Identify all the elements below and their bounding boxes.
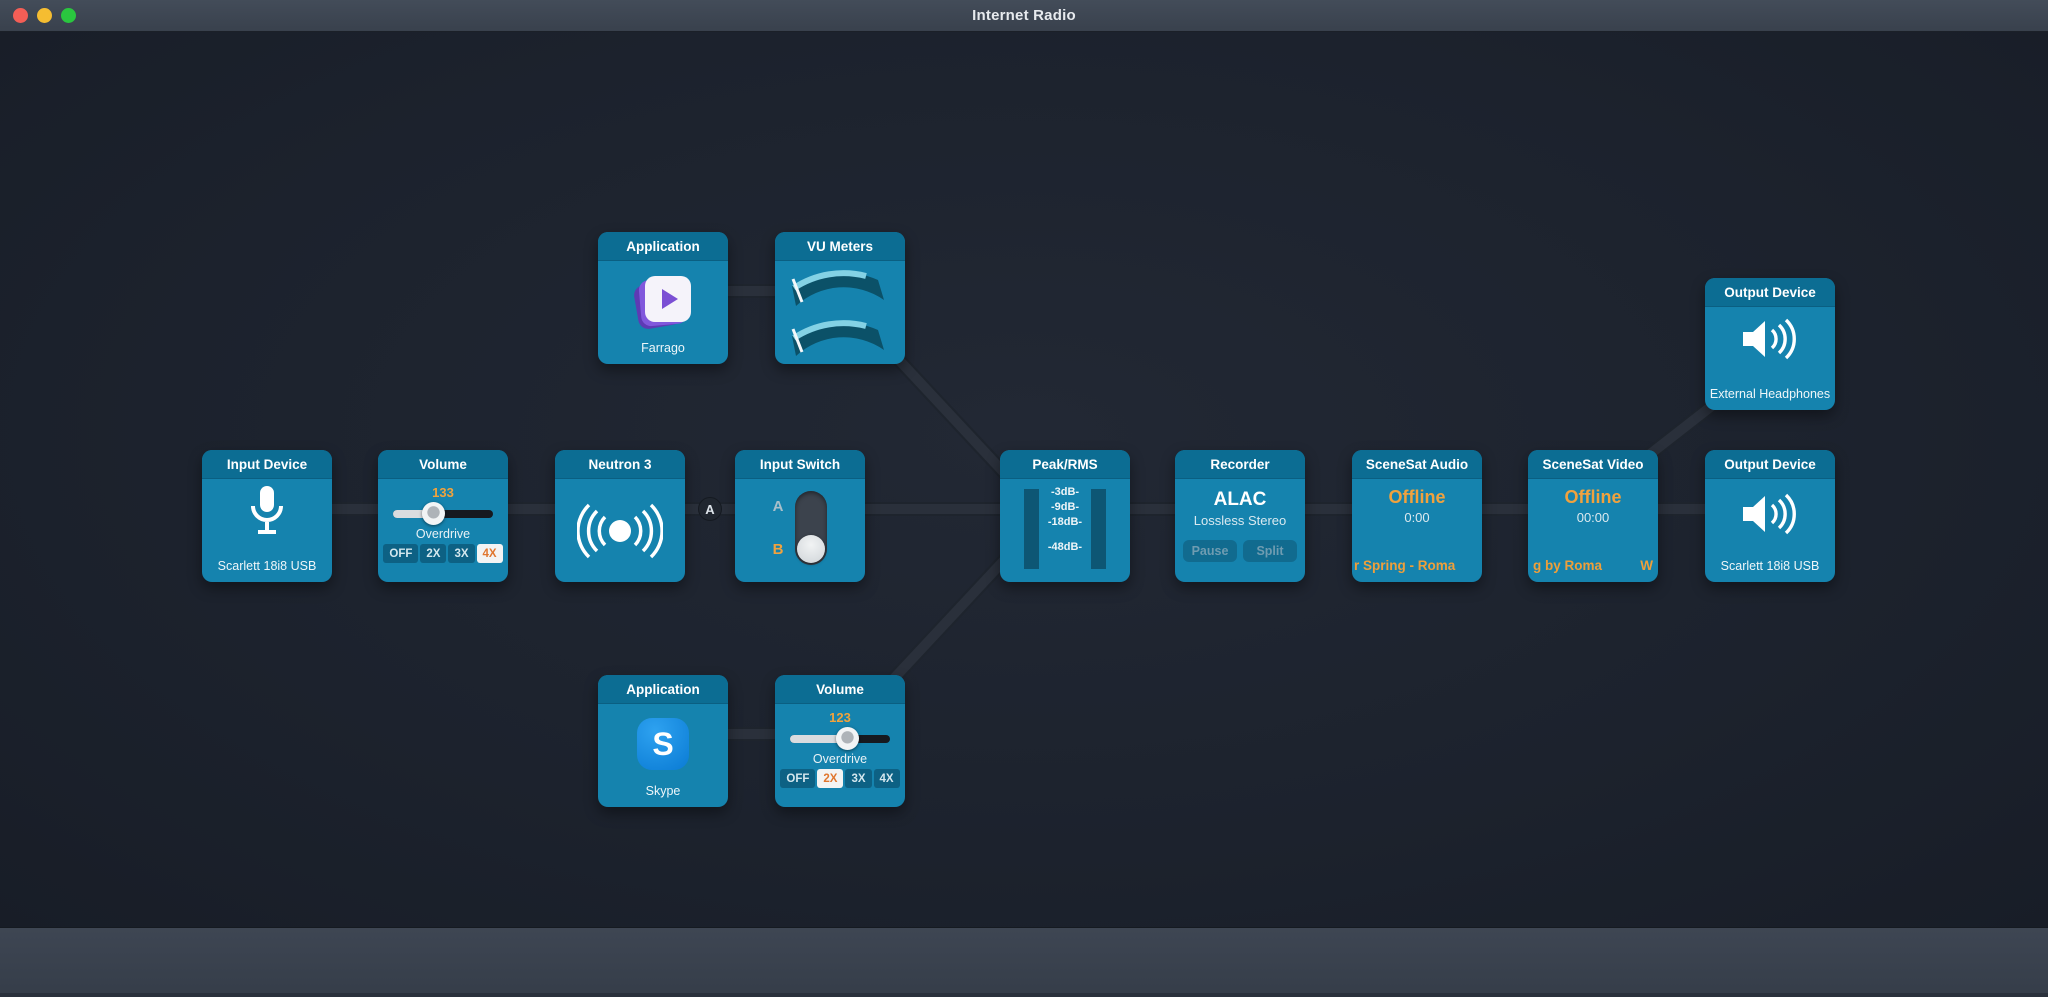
node-scenesat-audio[interactable]: SceneSat Audio Offline 0:00 r Spring - R… <box>1352 450 1482 582</box>
node-output-headphones[interactable]: Output Device External Headphones <box>1705 278 1835 410</box>
node-peak-rms[interactable]: Peak/RMS -3dB- -9dB- -18dB- -48dB- <box>1000 450 1130 582</box>
overdrive-mode-group: OFF 2X 3X 4X <box>383 544 502 563</box>
node-header: Neutron 3 <box>555 450 685 479</box>
node-header: Recorder <box>1175 450 1305 479</box>
node-scenesat-video[interactable]: SceneSat Video Offline 00:00 g by Roma W <box>1528 450 1658 582</box>
mode-3x-button[interactable]: 3X <box>845 769 871 788</box>
stream-ticker: r Spring - Roma <box>1352 558 1482 573</box>
device-name: Scarlett 18i8 USB <box>1709 559 1831 575</box>
node-application-farrago[interactable]: Application Farrago <box>598 232 728 364</box>
node-header: SceneSat Audio <box>1352 450 1482 479</box>
stream-ticker: g by Roma W <box>1528 558 1658 573</box>
node-header: VU Meters <box>775 232 905 261</box>
title-bar: Internet Radio <box>0 0 2048 32</box>
app-name: Skype <box>602 784 724 800</box>
device-name: External Headphones <box>1709 387 1831 403</box>
switch-option-a-label: A <box>773 498 784 515</box>
node-header: Peak/RMS <box>1000 450 1130 479</box>
volume-slider[interactable] <box>393 503 493 525</box>
node-header: Input Switch <box>735 450 865 479</box>
wire-skype-volume <box>724 727 779 741</box>
app-name: Farrago <box>602 341 724 357</box>
overdrive-mode-group: OFF 2X 3X 4X <box>780 769 899 788</box>
node-header: Output Device <box>1705 278 1835 307</box>
node-input-switch[interactable]: Input Switch A B <box>735 450 865 582</box>
input-switch-knob[interactable] <box>797 535 825 563</box>
stream-status: Offline <box>1389 487 1446 508</box>
window-title: Internet Radio <box>972 7 1076 24</box>
node-volume-top[interactable]: Volume 133 Overdrive OFF 2X 3X 4X <box>378 450 508 582</box>
node-header: Application <box>598 232 728 261</box>
mode-4x-button[interactable]: 4X <box>477 544 503 563</box>
stream-time: 00:00 <box>1577 510 1610 525</box>
node-recorder[interactable]: Recorder ALAC Lossless Stereo Pause Spli… <box>1175 450 1305 582</box>
db-scale-labels: -3dB- -9dB- -18dB- -48dB- <box>1000 485 1130 555</box>
split-button[interactable]: Split <box>1243 540 1297 562</box>
node-output-scarlett[interactable]: Output Device Scarlett 18i8 USB <box>1705 450 1835 582</box>
minimize-window-icon[interactable] <box>37 8 52 23</box>
wire-source-badge: A <box>698 497 722 521</box>
node-application-skype[interactable]: Application S Skype <box>598 675 728 807</box>
recorder-quality: Lossless Stereo <box>1194 513 1287 528</box>
volume-slider[interactable] <box>790 728 890 750</box>
skype-icon: S <box>637 718 689 770</box>
overdrive-label: Overdrive <box>813 752 867 766</box>
volume-value: 123 <box>829 710 851 725</box>
node-volume-bottom[interactable]: Volume 123 Overdrive OFF 2X 3X 4X <box>775 675 905 807</box>
speaker-icon <box>1739 491 1801 537</box>
mode-4x-button[interactable]: 4X <box>874 769 900 788</box>
mode-2x-button[interactable]: 2X <box>817 769 843 788</box>
farrago-icon <box>636 275 690 329</box>
mode-off-button[interactable]: OFF <box>780 769 815 788</box>
recorder-format: ALAC <box>1214 489 1267 511</box>
wire-switch-peak <box>861 502 1004 516</box>
node-header: Output Device <box>1705 450 1835 479</box>
wire-recorder-scenesat-audio <box>1301 502 1356 516</box>
node-header: SceneSat Video <box>1528 450 1658 479</box>
node-input-device[interactable]: Input Device Scarlett 18i8 USB <box>202 450 332 582</box>
mode-3x-button[interactable]: 3X <box>448 544 474 563</box>
node-header: Volume <box>378 450 508 479</box>
node-vu-meters[interactable]: VU Meters <box>775 232 905 364</box>
mode-2x-button[interactable]: 2X <box>420 544 446 563</box>
input-switch-toggle[interactable] <box>795 491 827 565</box>
vu-meter-icon <box>790 316 890 362</box>
wire-scenesat-video-output <box>1654 502 1709 516</box>
node-header: Input Device <box>202 450 332 479</box>
wire-farrago-vu <box>724 284 779 298</box>
volume-slider-knob[interactable] <box>836 727 859 750</box>
mic-icon <box>245 484 289 538</box>
volume-value: 133 <box>432 485 454 500</box>
vu-meter-icon <box>790 266 890 312</box>
wire-input-volume <box>328 502 382 516</box>
node-header: Volume <box>775 675 905 704</box>
volume-slider-knob[interactable] <box>422 502 445 525</box>
device-name: Scarlett 18i8 USB <box>206 559 328 575</box>
stream-time: 0:00 <box>1404 510 1429 525</box>
neutron-icon <box>577 503 663 559</box>
switch-option-b-label: B <box>773 541 784 558</box>
app-window: Internet Radio A Application Farrago <box>0 0 2048 997</box>
wire-scenesat-audio-video <box>1478 502 1532 516</box>
node-header: Application <box>598 675 728 704</box>
transport-bar: 0:18 Stopped Scarlett 18i8 USB + 2 other… <box>0 927 2048 997</box>
wire-peak-recorder <box>1126 502 1179 516</box>
pause-button[interactable]: Pause <box>1183 540 1237 562</box>
wire-volume-neutron <box>504 502 559 516</box>
pipeline-canvas[interactable]: A Application Farrago VU Meters <box>0 32 2048 927</box>
zoom-window-icon[interactable] <box>61 8 76 23</box>
stream-status: Offline <box>1565 487 1622 508</box>
close-window-icon[interactable] <box>13 8 28 23</box>
mode-off-button[interactable]: OFF <box>383 544 418 563</box>
overdrive-label: Overdrive <box>416 527 470 541</box>
speaker-icon <box>1739 316 1801 362</box>
node-neutron-3[interactable]: Neutron 3 <box>555 450 685 582</box>
